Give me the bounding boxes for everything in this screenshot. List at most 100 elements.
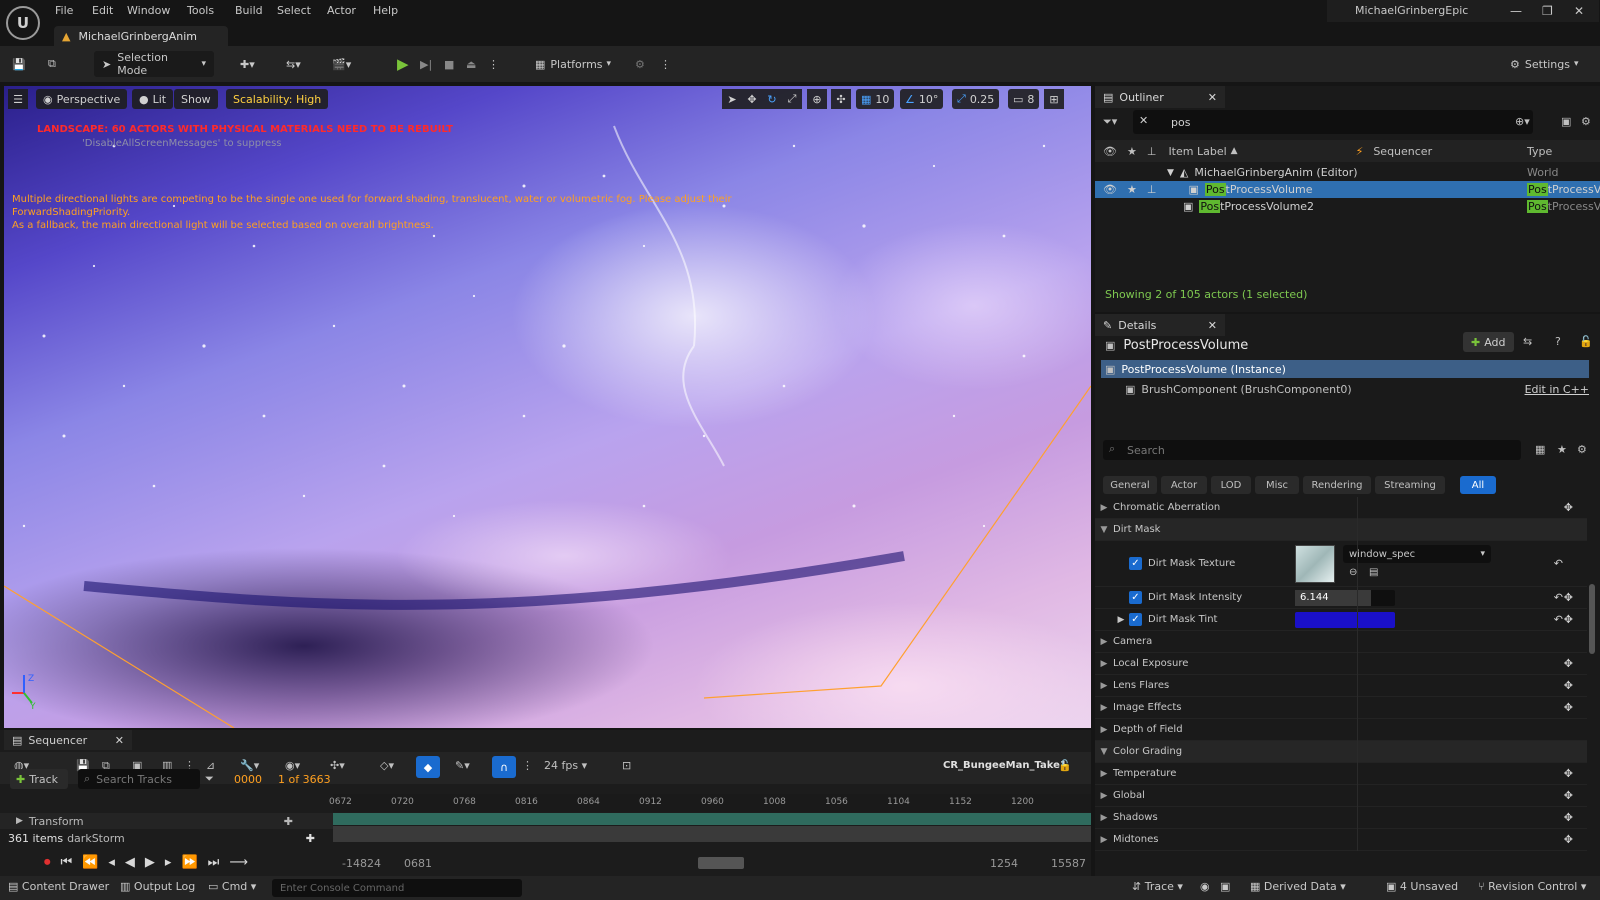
- maximize-icon[interactable]: ❐: [1542, 4, 1553, 18]
- close-tab-icon[interactable]: ✕: [115, 734, 124, 747]
- jump-end-icon[interactable]: ⏭: [208, 855, 220, 870]
- perspective-button[interactable]: ◉ Perspective: [36, 89, 128, 109]
- outliner-row-postprocessvolume2[interactable]: ▣ Pos tProcessVolume2 PostProcessV: [1095, 198, 1600, 215]
- override-checkbox[interactable]: ✓: [1129, 591, 1142, 604]
- selection-mode-dropdown[interactable]: ➤ Selection Mode ▾: [94, 51, 214, 77]
- filter-all[interactable]: All: [1460, 476, 1496, 494]
- column-divider[interactable]: [1357, 497, 1358, 851]
- visibility-column-icon[interactable]: 👁: [1103, 145, 1117, 158]
- output-log-button[interactable]: ▥ Output Log: [120, 880, 195, 893]
- pin-property-icon[interactable]: ✥: [1564, 811, 1573, 824]
- override-checkbox[interactable]: ✓: [1129, 557, 1142, 570]
- pin-property-icon[interactable]: ✥: [1564, 501, 1573, 514]
- record-trace-icon[interactable]: ◉: [1200, 880, 1210, 893]
- darkstorm-track-bar[interactable]: [333, 826, 1091, 842]
- play-reverse-icon[interactable]: ◀: [125, 855, 135, 870]
- unsaved-button[interactable]: ▣ 4 Unsaved: [1386, 880, 1458, 893]
- pencil-icon[interactable]: ✎▾: [455, 759, 470, 772]
- fps-dropdown[interactable]: 24 fps ▾: [544, 759, 587, 772]
- prop-chromatic-aberration[interactable]: ▶ Chromatic Aberration ✥: [1095, 497, 1587, 519]
- world-space-icon[interactable]: ⊕: [807, 89, 827, 109]
- prop-midtones[interactable]: ▶ Midtones ✥: [1095, 829, 1587, 851]
- add-key-icon[interactable]: ✚: [284, 815, 293, 828]
- reset-to-default-icon[interactable]: ↶: [1554, 613, 1563, 626]
- current-frame[interactable]: 0000: [234, 773, 262, 786]
- override-checkbox[interactable]: ✓: [1129, 613, 1142, 626]
- intensity-field[interactable]: 6.144: [1295, 590, 1395, 606]
- add-component-button[interactable]: ✚ Add: [1463, 332, 1514, 352]
- surface-snap-icon[interactable]: ✣: [831, 89, 851, 109]
- blueprint-icon[interactable]: ⇆▾: [286, 51, 318, 77]
- menu-select[interactable]: Select: [277, 4, 311, 17]
- settings-dropdown[interactable]: ⚙ Settings ▾: [1510, 51, 1586, 77]
- reset-to-default-icon[interactable]: ↶: [1554, 591, 1563, 604]
- filter-streaming[interactable]: Streaming: [1375, 476, 1445, 494]
- darkstorm-track-row[interactable]: 361 items darkStorm ✚: [0, 830, 333, 846]
- filter-icon[interactable]: ⏷: [205, 772, 214, 786]
- menu-build[interactable]: Build: [235, 4, 263, 17]
- prop-camera[interactable]: ▶ Camera: [1095, 631, 1587, 653]
- snap-magnet-icon[interactable]: ∩: [492, 756, 516, 778]
- prop-dirt-mask-tint[interactable]: ▶ ✓ Dirt Mask Tint ↶ ✥: [1095, 609, 1587, 631]
- range-end-b[interactable]: 15587: [1051, 857, 1086, 870]
- minimize-icon[interactable]: —: [1510, 4, 1522, 18]
- range-mid[interactable]: 0681: [404, 857, 432, 870]
- favorite-column-icon[interactable]: ★: [1127, 145, 1137, 158]
- record-icon[interactable]: ⏺: [44, 855, 51, 870]
- project-settings-icon[interactable]: ⚙: [635, 51, 653, 77]
- more-options-icon[interactable]: ⋮: [660, 51, 671, 77]
- lock-icon[interactable]: 🔓: [1579, 335, 1593, 348]
- document-tab[interactable]: ▲ MichaelGrinbergAnim: [54, 26, 228, 46]
- transform-track-row[interactable]: ▶ Transform ✚: [0, 813, 333, 829]
- pin-property-icon[interactable]: ✥: [1564, 767, 1573, 780]
- filter-actor[interactable]: Actor: [1161, 476, 1207, 494]
- component-instance-row[interactable]: ▣ PostProcessVolume (Instance): [1101, 360, 1589, 378]
- stop-icon[interactable]: ■: [444, 51, 462, 77]
- trace-dropdown[interactable]: ⇵ Trace ▾: [1132, 880, 1183, 893]
- find-in-browser-icon[interactable]: ▤: [1369, 567, 1378, 578]
- wrench-icon[interactable]: 🔧▾: [240, 759, 259, 772]
- texture-picker[interactable]: window_spec ▾: [1343, 545, 1491, 563]
- play-icon[interactable]: ▶: [145, 855, 155, 870]
- auto-key-icon[interactable]: ◆: [416, 756, 440, 778]
- details-scrollbar[interactable]: [1589, 584, 1595, 654]
- menu-tools[interactable]: Tools: [187, 4, 214, 17]
- curve-editor-icon[interactable]: ⊡: [622, 759, 631, 772]
- range-end-a[interactable]: 1254: [990, 857, 1018, 870]
- loop-icon[interactable]: ⟶: [229, 855, 248, 870]
- more-options-icon[interactable]: ⋮: [522, 759, 533, 772]
- prop-dirt-mask-texture[interactable]: ✓ Dirt Mask Texture window_spec ▾ ⊖ ▤ ↶: [1095, 541, 1587, 587]
- pin-property-icon[interactable]: ✥: [1564, 657, 1573, 670]
- add-track-button[interactable]: ✚ Track: [10, 769, 68, 789]
- eject-icon[interactable]: ⏏: [466, 51, 484, 77]
- prop-color-grading[interactable]: ▼ Color Grading: [1095, 741, 1587, 763]
- rotation-snap-button[interactable]: ∠ 10°: [900, 89, 944, 109]
- pin-property-icon[interactable]: ✥: [1564, 679, 1573, 692]
- menu-file[interactable]: File: [55, 4, 73, 17]
- blueprint-icon[interactable]: ⇆: [1523, 335, 1532, 348]
- transform-track-bar[interactable]: [333, 813, 1091, 825]
- prop-global[interactable]: ▶ Global ✥: [1095, 785, 1587, 807]
- edit-in-cpp-link[interactable]: Edit in C++: [1525, 383, 1589, 396]
- texture-thumbnail[interactable]: [1295, 545, 1335, 583]
- next-key-icon[interactable]: ⏩: [181, 855, 197, 870]
- select-tool-icon[interactable]: ➤: [722, 89, 742, 109]
- type-column[interactable]: Type: [1527, 145, 1552, 158]
- play-icon[interactable]: ▶: [397, 51, 415, 77]
- sequencer-tab[interactable]: ▤ Sequencer ✕: [4, 730, 132, 750]
- content-drawer-button[interactable]: ▤ Content Drawer: [8, 880, 109, 893]
- close-tab-icon[interactable]: ✕: [1208, 91, 1217, 104]
- close-tab-icon[interactable]: ✕: [1208, 319, 1217, 332]
- derived-data-dropdown[interactable]: ▦ Derived Data ▾: [1250, 880, 1346, 893]
- table-view-icon[interactable]: ▦: [1535, 443, 1545, 456]
- menu-help[interactable]: Help: [373, 4, 398, 17]
- prev-key-icon[interactable]: ⏪: [82, 855, 98, 870]
- scale-snap-button[interactable]: ⤢ 0.25: [952, 89, 1000, 109]
- menu-edit[interactable]: Edit: [92, 4, 113, 17]
- pin-column-icon[interactable]: ⊥: [1147, 145, 1157, 158]
- lit-button[interactable]: ● Lit: [132, 89, 174, 109]
- add-filter-icon[interactable]: ⊕▾: [1515, 115, 1530, 128]
- prop-depth-of-field[interactable]: ▶ Depth of Field: [1095, 719, 1587, 741]
- viewport-menu-icon[interactable]: ☰: [8, 89, 28, 109]
- new-folder-icon[interactable]: ▣: [1561, 115, 1571, 128]
